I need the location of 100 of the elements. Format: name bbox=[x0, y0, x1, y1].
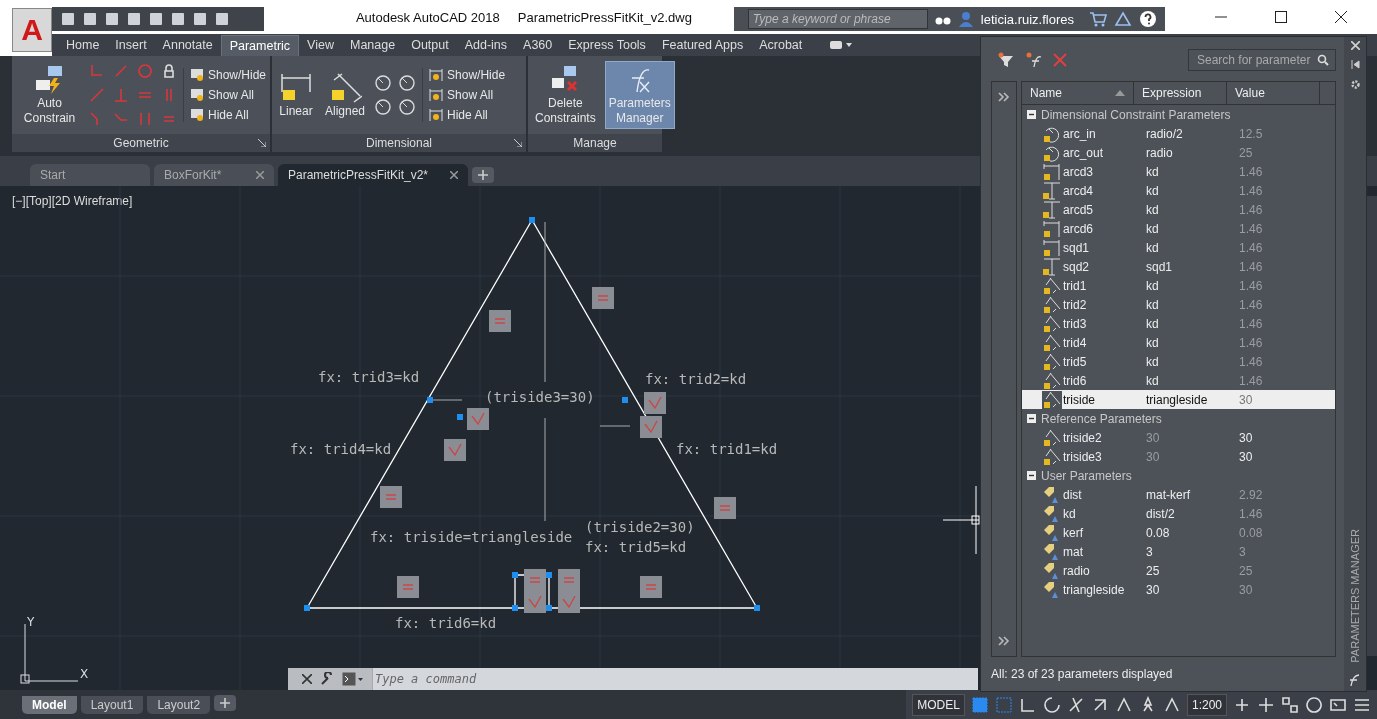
parameter-row[interactable]: arc_in radio/2 12.5 bbox=[1022, 124, 1335, 143]
parameter-row[interactable]: trid6 kd 1.46 bbox=[1022, 371, 1335, 390]
collapse-icon[interactable] bbox=[1027, 110, 1036, 119]
user-name[interactable]: leticia.ruiz.flores bbox=[980, 11, 1074, 27]
ribbon-tab[interactable]: Manage bbox=[341, 35, 404, 55]
document-tab[interactable]: BoxForKit* bbox=[154, 164, 274, 186]
parameter-row[interactable]: trid3 kd 1.46 bbox=[1022, 314, 1335, 333]
ribbon-tab[interactable]: Acrobat bbox=[751, 35, 811, 55]
grid-icon[interactable] bbox=[970, 695, 989, 714]
new-parameter-icon[interactable] bbox=[1025, 52, 1043, 68]
launcher-icon[interactable] bbox=[258, 139, 266, 147]
command-input[interactable]: Type a command bbox=[372, 668, 978, 690]
help-icon[interactable] bbox=[1139, 10, 1157, 28]
close-icon[interactable] bbox=[302, 674, 312, 684]
filter-icon[interactable] bbox=[997, 52, 1015, 68]
wrench-icon[interactable] bbox=[320, 672, 334, 686]
parameter-row[interactable]: arcd3 kd 1.46 bbox=[1022, 162, 1335, 181]
ribbon-tab[interactable]: Annotate bbox=[154, 35, 221, 55]
parameter-row[interactable]: trid4 kd 1.46 bbox=[1022, 333, 1335, 352]
maximize-icon[interactable] bbox=[1275, 11, 1287, 23]
close-tab-icon[interactable] bbox=[450, 171, 458, 179]
parameter-row[interactable]: trid1 kd 1.46 bbox=[1022, 276, 1335, 295]
column-header[interactable]: Expression bbox=[1134, 82, 1227, 104]
linear-button[interactable]: Linear bbox=[276, 69, 316, 121]
new-layout-button[interactable] bbox=[214, 695, 237, 711]
parameter-row[interactable]: trid2 kd 1.46 bbox=[1022, 295, 1335, 314]
parameter-search-field[interactable]: Search for parameter bbox=[1188, 49, 1336, 71]
parameter-row[interactable]: trid5 kd 1.46 bbox=[1022, 352, 1335, 371]
auto-constrain-button[interactable]: Auto Constrain bbox=[16, 62, 83, 128]
settings-icon[interactable] bbox=[1349, 79, 1361, 90]
cart-icon[interactable] bbox=[1089, 11, 1107, 27]
new-tab-button[interactable] bbox=[472, 167, 494, 183]
ribbon-tab[interactable]: A360 bbox=[515, 35, 561, 55]
parameter-row[interactable]: triside triangleside 30 bbox=[1022, 390, 1335, 409]
launcher-icon[interactable] bbox=[514, 139, 522, 147]
dimension-label[interactable]: (triside3=30) bbox=[485, 389, 595, 405]
dimension-bar-button[interactable]: Hide All bbox=[429, 108, 506, 122]
parameter-row[interactable]: kerf 0.08 0.08 bbox=[1022, 523, 1335, 542]
document-tab[interactable]: ParametricPressFitKit_v2* bbox=[278, 164, 468, 186]
dimension-label[interactable]: fx: trid1=kd bbox=[676, 441, 778, 457]
collapse-icon[interactable] bbox=[1027, 414, 1036, 423]
parameter-row[interactable]: sqd2 sqd1 1.46 bbox=[1022, 257, 1335, 276]
column-header[interactable]: Value bbox=[1227, 82, 1320, 104]
column-header[interactable]: Name bbox=[1022, 82, 1134, 104]
expand-icon[interactable] bbox=[998, 636, 1010, 646]
parameter-row[interactable]: arcd4 kd 1.46 bbox=[1022, 181, 1335, 200]
viewport-controls[interactable]: [−][Top][2D Wireframe] bbox=[12, 194, 133, 208]
ribbon-tab[interactable]: Insert bbox=[107, 35, 155, 55]
annotation-scale-button[interactable]: 1:200 bbox=[1186, 693, 1227, 716]
aligned-button[interactable]: Aligned bbox=[322, 69, 369, 121]
dimension-label[interactable]: (triside2=30) bbox=[585, 519, 695, 535]
plus-icon[interactable] bbox=[1257, 695, 1275, 714]
layout-tab[interactable]: Model bbox=[22, 695, 77, 714]
ribbon-tab[interactable]: Featured Apps bbox=[653, 35, 752, 55]
parameter-value: 30 bbox=[1239, 449, 1254, 464]
panel-toggle-icon[interactable] bbox=[830, 40, 853, 50]
parameter-row[interactable]: triside3 30 30 bbox=[1022, 447, 1335, 466]
dimension-label[interactable]: fx: trid6=kd bbox=[395, 615, 497, 631]
ribbon-tab[interactable]: Parametric bbox=[220, 34, 300, 56]
triangle-icon[interactable] bbox=[1114, 11, 1132, 27]
constraint-bar-button[interactable]: Show All bbox=[189, 88, 266, 102]
search-field[interactable]: Type a keyword or phrase bbox=[747, 9, 928, 29]
delete-constraints-button[interactable]: Delete Constraints bbox=[532, 62, 599, 128]
parameter-row[interactable]: triangleside 30 30 bbox=[1022, 580, 1335, 599]
document-tab[interactable]: Start bbox=[30, 164, 150, 186]
prompt-icon[interactable] bbox=[342, 672, 364, 686]
polar-icon[interactable] bbox=[1042, 695, 1061, 714]
dimension-label[interactable]: fx: triside=triangleside bbox=[370, 529, 573, 545]
constraint-bar-button[interactable]: Hide All bbox=[189, 108, 266, 122]
parameter-row[interactable]: triside2 30 30 bbox=[1022, 428, 1335, 447]
ribbon-tab[interactable]: View bbox=[299, 35, 342, 55]
dimension-label[interactable]: fx: trid4=kd bbox=[290, 441, 392, 457]
constraint-bar-button[interactable]: Show/Hide bbox=[189, 68, 266, 82]
parameter-row[interactable]: radio 25 25 bbox=[1022, 561, 1335, 580]
ribbon-tab[interactable]: Home bbox=[58, 35, 108, 55]
layout-tab[interactable]: Layout1 bbox=[80, 695, 144, 714]
dimension-bar-button[interactable]: Show All bbox=[429, 88, 506, 102]
ribbon-tab[interactable]: Add-ins bbox=[456, 35, 516, 55]
parameter-row[interactable]: arc_out radio 25 bbox=[1022, 143, 1335, 162]
parameter-row[interactable]: arcd5 kd 1.46 bbox=[1022, 200, 1335, 219]
application-menu-button[interactable]: A bbox=[12, 8, 52, 52]
dimension-bar-button[interactable]: Show/Hide bbox=[429, 68, 506, 82]
close-icon[interactable] bbox=[1335, 11, 1347, 23]
parameter-row[interactable]: arcd6 kd 1.46 bbox=[1022, 219, 1335, 238]
parameter-row[interactable]: mat 3 3 bbox=[1022, 542, 1335, 561]
ribbon-tab[interactable]: Express Tools bbox=[560, 35, 654, 55]
parameter-row[interactable]: kd dist/2 1.46 bbox=[1022, 504, 1335, 523]
parameter-row[interactable]: dist mat-kerf 2.92 bbox=[1022, 485, 1335, 504]
dimension-label[interactable]: fx: trid2=kd bbox=[645, 371, 747, 387]
collapse-icon[interactable] bbox=[1027, 471, 1036, 480]
dimension-label[interactable]: fx: trid5=kd bbox=[585, 539, 687, 555]
layout-tab[interactable]: Layout2 bbox=[147, 695, 211, 714]
workspace-icon[interactable] bbox=[1281, 695, 1299, 714]
parameter-row[interactable]: sqd1 kd 1.46 bbox=[1022, 238, 1335, 257]
ribbon-tab[interactable]: Output bbox=[403, 35, 457, 55]
dimension-label[interactable]: fx: trid3=kd bbox=[318, 369, 420, 385]
model-space-button[interactable]: MODEL bbox=[912, 693, 965, 716]
expand-icon[interactable] bbox=[998, 92, 1010, 102]
pin-icon[interactable] bbox=[1350, 60, 1360, 69]
close-tab-icon[interactable] bbox=[256, 171, 264, 179]
